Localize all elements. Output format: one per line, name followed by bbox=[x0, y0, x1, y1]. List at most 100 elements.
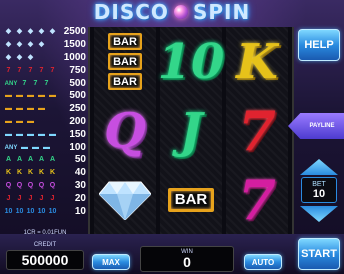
paytable-symbol-icon: ▬ bbox=[38, 130, 45, 138]
paytable-symbol-icon: K bbox=[5, 169, 12, 177]
paytable-symbol-icon: K bbox=[27, 169, 34, 177]
win-value: 0 bbox=[183, 254, 191, 270]
title-spin: SPIN bbox=[192, 0, 251, 24]
paytable-symbol-icon: ▬ bbox=[38, 92, 45, 100]
paytable-value: 10 bbox=[74, 205, 86, 217]
paytable-symbol-icon: ▬ bbox=[38, 105, 45, 113]
paytable-symbol-icon: ▬ bbox=[16, 117, 23, 125]
bar-plate: BAR bbox=[108, 33, 142, 50]
paytable-symbol-icon: ANY bbox=[4, 144, 18, 151]
payline-indicator: PAYLINE bbox=[288, 113, 344, 139]
paytable-symbol-icon: J bbox=[28, 194, 33, 202]
auto-spin-button[interactable]: AUTO bbox=[244, 254, 282, 270]
paytable-symbol-icon: ◆ bbox=[16, 41, 23, 49]
paytable-symbol-icon: ▬ bbox=[5, 130, 12, 138]
bar-plate: BAR bbox=[108, 73, 142, 90]
paytable-symbol-icon: ▬ bbox=[16, 105, 23, 113]
diamond-symbol bbox=[95, 168, 155, 232]
paytable-symbol-icon: Q bbox=[38, 182, 45, 190]
glyph-symbol-text: 7 bbox=[238, 167, 276, 232]
paytable: ◆ ◆ ◆ ◆ ◆ 2500 ◆ ◆ ◆ ◆ 1500 ◆ ◆ ◆ 1000 7 7 7 7 7 750 ANY 7 7 7 50… bbox=[4, 27, 86, 217]
paytable-value: 100 bbox=[69, 141, 86, 153]
paytable-symbol-icon: 10 bbox=[26, 207, 35, 215]
paytable-symbol-icon: 7 bbox=[22, 79, 27, 87]
paytable-value: 40 bbox=[74, 167, 86, 179]
paytable-symbols: ▬ ▬ ▬ ▬ bbox=[4, 105, 46, 113]
paytable-symbol-icon: J bbox=[6, 194, 11, 202]
paytable-symbol-icon: ▬ bbox=[16, 92, 23, 100]
paytable-symbol-icon: 7 bbox=[6, 66, 11, 74]
bet-label: BET bbox=[312, 180, 326, 188]
paytable-symbol-icon: A bbox=[49, 156, 56, 164]
paytable-symbol-icon: 10 bbox=[4, 207, 13, 215]
diamond-icon bbox=[99, 181, 151, 220]
reel-1: BAR BAR BAR Q bbox=[94, 27, 156, 234]
paytable-value: 30 bbox=[74, 180, 86, 192]
paytable-value: 150 bbox=[69, 128, 86, 140]
paytable-symbol-icon: ◆ bbox=[38, 28, 45, 36]
paytable-symbol-icon: ◆ bbox=[49, 28, 56, 36]
glyph-symbol: Q bbox=[95, 99, 155, 163]
paytable-symbols: ANY ▬ ▬ ▬ bbox=[4, 144, 51, 152]
bar-plate: BAR bbox=[168, 187, 214, 212]
glyph-symbol: 10 bbox=[158, 30, 225, 94]
bet-increase-button[interactable] bbox=[300, 159, 338, 175]
glyph-symbol-text: 7 bbox=[238, 98, 276, 163]
glyph-symbol: 7 bbox=[227, 99, 287, 163]
paytable-row: ANY 7 7 7 500 bbox=[4, 78, 86, 89]
paytable-symbol-icon: ◆ bbox=[5, 41, 12, 49]
paytable-symbols: ◆ ◆ ◆ bbox=[4, 54, 35, 62]
paytable-symbol-icon: ▬ bbox=[49, 92, 56, 100]
paytable-value: 500 bbox=[69, 77, 86, 89]
reel-2: 10 J BAR bbox=[158, 27, 225, 234]
paytable-symbol-icon: ▬ bbox=[27, 92, 34, 100]
start-button[interactable]: START bbox=[298, 238, 340, 270]
paytable-symbol-icon: ▬ bbox=[16, 130, 23, 138]
credit-rate: 1CR = 0.01FUN bbox=[23, 230, 67, 236]
paytable-value: 200 bbox=[69, 115, 86, 127]
paytable-symbols: 10 10 10 10 10 bbox=[4, 208, 57, 216]
paytable-symbol-icon: Q bbox=[27, 182, 34, 190]
paytable-row: Q Q Q Q Q 30 bbox=[4, 181, 86, 192]
max-bet-button[interactable]: MAX bbox=[92, 254, 130, 270]
paytable-row: ▬ ▬ ▬ ▬ ▬ 150 bbox=[4, 128, 86, 141]
paytable-symbol-icon: K bbox=[49, 169, 56, 177]
paytable-symbol-icon: 10 bbox=[15, 207, 24, 215]
glyph-symbol-text: K bbox=[236, 33, 278, 90]
paytable-row: ▬ ▬ ▬ 200 bbox=[4, 115, 86, 128]
paytable-value: 250 bbox=[69, 103, 86, 115]
paytable-row: ◆ ◆ ◆ ◆ 1500 bbox=[4, 40, 86, 51]
paytable-symbols: ▬ ▬ ▬ ▬ ▬ bbox=[4, 131, 57, 139]
single-bar-symbol: BAR bbox=[161, 168, 221, 232]
paytable-symbol-icon: ◆ bbox=[16, 28, 23, 36]
paytable-symbol-icon: 7 bbox=[17, 66, 22, 74]
paytable-symbols: ◆ ◆ ◆ ◆ ◆ bbox=[4, 28, 57, 36]
paytable-value: 20 bbox=[74, 192, 86, 204]
paytable-symbol-icon: A bbox=[16, 156, 23, 164]
paytable-value: 750 bbox=[69, 64, 86, 76]
paytable-symbol-icon: ◆ bbox=[27, 28, 34, 36]
paytable-symbol-icon: J bbox=[39, 194, 44, 202]
paytable-symbol-icon: ◆ bbox=[16, 53, 23, 61]
paytable-symbol-icon: ▬ bbox=[32, 143, 39, 151]
paytable-symbol-icon: ▬ bbox=[5, 117, 12, 125]
paytable-value: 50 bbox=[74, 154, 86, 166]
paytable-symbol-icon: ▬ bbox=[5, 105, 12, 113]
help-button[interactable]: HELP bbox=[298, 29, 340, 61]
paytable-symbol-icon: 7 bbox=[33, 79, 38, 87]
paytable-symbol-icon: A bbox=[27, 156, 34, 164]
glyph-symbol-text: J bbox=[179, 102, 203, 159]
glyph-symbol: 7 bbox=[227, 168, 287, 232]
paytable-symbol-icon: 7 bbox=[44, 79, 49, 87]
paytable-symbols: ANY 7 7 7 bbox=[4, 80, 51, 88]
paytable-symbol-icon: 7 bbox=[39, 66, 44, 74]
paytable-symbol-icon: 7 bbox=[28, 66, 33, 74]
paytable-symbol-icon: 7 bbox=[50, 66, 55, 74]
paytable-symbol-icon: A bbox=[5, 156, 12, 164]
slot-game-screen: DISCO SPIN ◆ ◆ ◆ ◆ ◆ 2500 ◆ ◆ ◆ ◆ 1500 ◆ ◆ ◆ 1000 7 7 7 7 7… bbox=[0, 0, 344, 274]
glyph-symbol-text: Q bbox=[104, 102, 146, 159]
paytable-row: 10 10 10 10 10 10 bbox=[4, 206, 86, 217]
bet-decrease-button[interactable] bbox=[300, 206, 338, 222]
glyph-symbol: J bbox=[161, 99, 221, 163]
bet-display: BET 10 bbox=[301, 177, 337, 203]
